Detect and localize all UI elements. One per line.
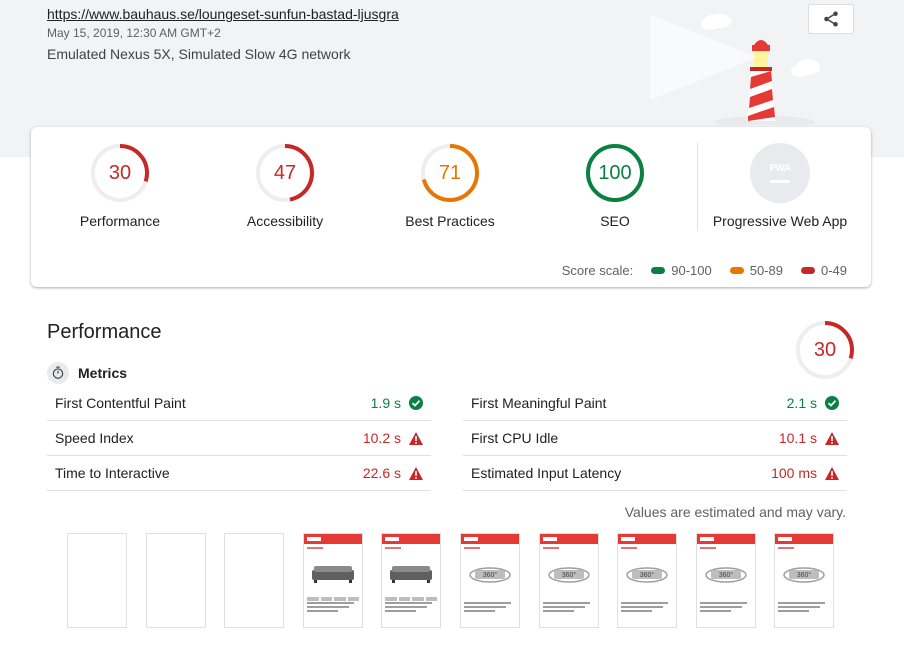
category-label: SEO [600, 213, 630, 229]
category-label: Progressive Web App [712, 213, 848, 229]
scale-range: 50-89 [749, 263, 783, 278]
page-url-link[interactable]: https://www.bauhaus.se/loungeset-sunfun-… [47, 6, 399, 22]
metric-name: First CPU Idle [471, 430, 559, 446]
fail-warning-icon [825, 431, 839, 445]
metric-row: First Meaningful Paint 2.1 s [463, 386, 847, 421]
metric-row: First CPU Idle 10.1 s [463, 421, 847, 456]
metric-row: First Contentful Paint 1.9 s [47, 386, 431, 421]
filmstrip-frame: 360° [617, 533, 677, 628]
device-info: Emulated Nexus 5X, Simulated Slow 4G net… [47, 46, 351, 62]
scale-range: 0-49 [820, 263, 847, 278]
report-date: May 15, 2019, 12:30 AM GMT+2 [47, 26, 221, 40]
score-scale-legend: Score scale: 90-100 50-89 0-49 [562, 263, 847, 278]
metric-row: Time to Interactive 22.6 s [47, 456, 431, 491]
scores-summary-card: 30 Performance 47 Accessibility 71 Best … [31, 127, 871, 287]
svg-text:360°: 360° [719, 571, 734, 579]
share-icon [824, 11, 838, 27]
category-label: Best Practices [405, 213, 495, 229]
svg-text:360°: 360° [797, 571, 812, 579]
metric-value: 100 ms [771, 465, 817, 481]
scale-pass: 90-100 [651, 263, 712, 278]
gauge-seo[interactable]: 100 SEO [545, 143, 685, 229]
pass-pill-icon [651, 267, 666, 274]
svg-text:360°: 360° [640, 571, 655, 579]
estimate-note: Values are estimated and may vary. [624, 504, 846, 520]
metric-name: Time to Interactive [55, 465, 170, 481]
filmstrip-frame: 360° [774, 533, 834, 628]
score-scale-label: Score scale: [561, 263, 634, 278]
filmstrip-frame [67, 533, 127, 628]
score-value: 71 [438, 162, 462, 184]
average-pill-icon [729, 267, 744, 274]
fail-warning-icon [409, 466, 423, 480]
metric-name: Estimated Input Latency [471, 465, 622, 481]
filmstrip-frame: 360° [696, 533, 756, 628]
metric-value: 2.1 s [786, 395, 817, 411]
metrics-header: Metrics [47, 362, 127, 384]
metric-value: 22.6 s [362, 465, 401, 481]
gauge-accessibility[interactable]: 47 Accessibility [215, 143, 355, 229]
pwa-badge-icon: PWA [750, 143, 810, 203]
filmstrip-frame [303, 533, 363, 628]
filmstrip-frame [224, 533, 284, 628]
metric-row: Speed Index 10.2 s [47, 421, 431, 456]
score-value: 47 [273, 162, 297, 184]
filmstrip-frame [381, 533, 441, 628]
filmstrip-frame: 360° [539, 533, 599, 628]
divider [697, 143, 698, 231]
svg-text:360°: 360° [562, 571, 577, 579]
gauge-performance[interactable]: 30 Performance [50, 143, 190, 229]
metrics-title: Metrics [78, 365, 128, 381]
performance-gauge: 30 [795, 320, 855, 380]
scale-fail: 0-49 [800, 263, 847, 278]
score-value: 100 [598, 162, 632, 184]
pass-check-icon [409, 396, 423, 410]
performance-section-title: Performance [47, 321, 162, 343]
fail-pill-icon [800, 267, 815, 274]
share-button[interactable] [808, 4, 854, 34]
category-label: Performance [79, 213, 161, 229]
metric-row: Estimated Input Latency 100 ms [463, 456, 847, 491]
fail-warning-icon [409, 431, 423, 445]
score-value: 30 [813, 339, 837, 361]
pass-check-icon [825, 396, 839, 410]
metric-value: 10.2 s [362, 430, 401, 446]
fail-warning-icon [825, 466, 839, 480]
score-value: 30 [108, 162, 132, 184]
gauge-pwa[interactable]: PWA Progressive Web App [710, 143, 850, 229]
pwa-badge-text: PWA [769, 163, 791, 174]
stopwatch-icon [47, 362, 69, 384]
metric-name: First Meaningful Paint [471, 395, 607, 411]
scale-range: 90-100 [671, 263, 712, 278]
svg-text:360°: 360° [483, 571, 498, 579]
metric-value: 1.9 s [370, 395, 401, 411]
lighthouse-illustration [650, 14, 820, 125]
filmstrip-frame [146, 533, 206, 628]
gauge-best-practices[interactable]: 71 Best Practices [380, 143, 520, 229]
metric-name: Speed Index [55, 430, 134, 446]
metric-value: 10.1 s [778, 430, 817, 446]
scale-average: 50-89 [729, 263, 783, 278]
filmstrip-frame: 360° [460, 533, 520, 628]
metric-name: First Contentful Paint [55, 395, 186, 411]
category-label: Accessibility [246, 213, 324, 229]
